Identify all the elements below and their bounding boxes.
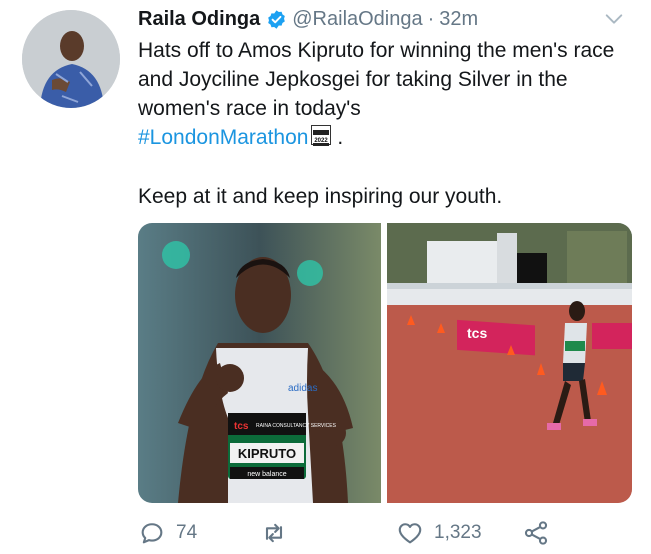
banner-text: tcs bbox=[467, 325, 487, 341]
bib-shoe-brand-text: new balance bbox=[247, 471, 286, 478]
chevron-down-icon[interactable] bbox=[603, 8, 625, 30]
timestamp[interactable]: 32m bbox=[439, 8, 478, 31]
share-icon bbox=[524, 521, 548, 545]
separator: · bbox=[427, 7, 435, 30]
photo-runner-kipruto[interactable]: adidas tcs RAINA CONSULTANCY SERVICES KI… bbox=[138, 223, 381, 503]
reply-button[interactable]: 74 bbox=[138, 517, 197, 549]
bib-name-text: KIPRUTO bbox=[238, 446, 296, 461]
tweet-header: Raila Odinga @RailaOdinga · 32m bbox=[138, 6, 631, 32]
tweet-text-body: Hats off to Amos Kipruto for winning the… bbox=[138, 39, 615, 120]
author-handle[interactable]: @RailaOdinga bbox=[292, 8, 422, 31]
retweet-icon bbox=[265, 523, 283, 543]
shirt-logo-text: adidas bbox=[288, 383, 317, 394]
reply-icon bbox=[141, 523, 163, 544]
avatar-image bbox=[22, 10, 120, 108]
photo-runner-track[interactable]: tcs bbox=[387, 223, 632, 503]
hashtag-link[interactable]: #LondonMarathon bbox=[138, 126, 308, 149]
share-button[interactable] bbox=[522, 517, 550, 549]
tweet-text: Hats off to Amos Kipruto for winning the… bbox=[138, 36, 638, 152]
tweet-actions: 74 1,323 bbox=[138, 517, 618, 549]
avatar[interactable] bbox=[22, 10, 120, 108]
media-grid: adidas tcs RAINA CONSULTANCY SERVICES KI… bbox=[138, 223, 632, 503]
tweet-text-end: . bbox=[337, 126, 344, 149]
like-count: 1,323 bbox=[434, 522, 482, 543]
bib-sponsor-text: tcs bbox=[234, 421, 249, 432]
hashtag-badge-icon: 2022 bbox=[311, 125, 332, 146]
tweet-text-paragraph-2: Keep at it and keep inspiring our youth. bbox=[138, 185, 503, 208]
heart-icon bbox=[398, 523, 422, 544]
bib-sub-text: RAINA CONSULTANCY SERVICES bbox=[256, 423, 337, 429]
author-name[interactable]: Raila Odinga bbox=[138, 8, 260, 31]
reply-count: 74 bbox=[176, 522, 198, 543]
like-button[interactable]: 1,323 bbox=[396, 517, 482, 549]
verified-badge-icon bbox=[268, 9, 286, 29]
retweet-button[interactable] bbox=[260, 517, 298, 549]
